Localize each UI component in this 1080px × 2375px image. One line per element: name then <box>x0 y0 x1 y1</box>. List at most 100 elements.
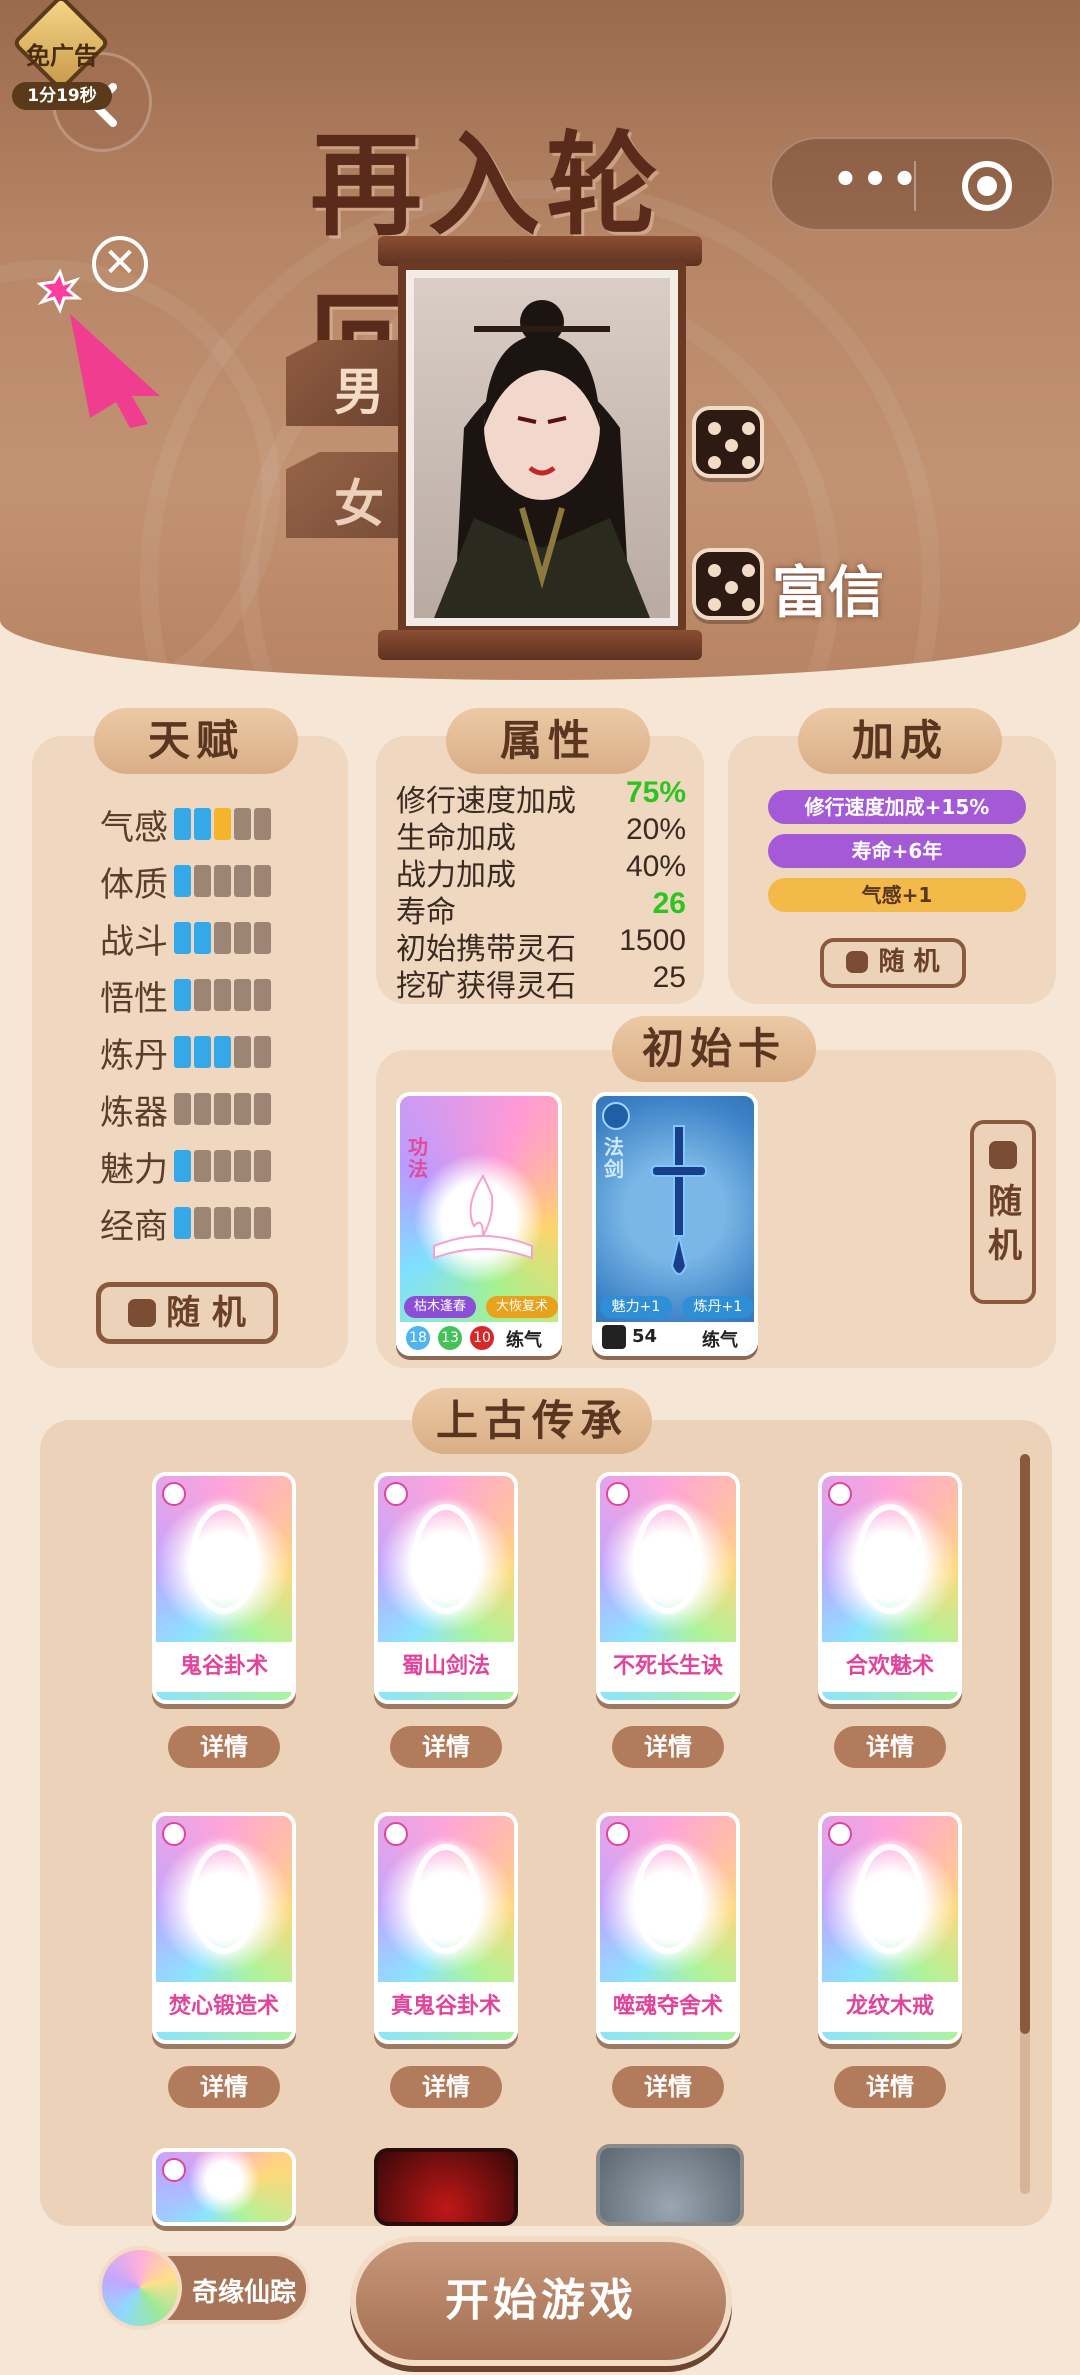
gender-female-tab[interactable]: 女 <box>286 452 398 538</box>
talent-pip <box>234 808 251 840</box>
qiyuan-button[interactable]: 奇缘仙踪 <box>98 2246 310 2330</box>
legacy-card[interactable]: 噬魂夺舍术 <box>596 1812 740 2044</box>
start-game-button[interactable]: 开始游戏 <box>350 2236 732 2366</box>
book-flame-icon <box>433 1173 533 1260</box>
talent-pip <box>174 979 191 1011</box>
talent-level-bar <box>174 865 271 897</box>
attribute-row: 生命加成 20% <box>396 813 686 856</box>
talent-pip <box>214 808 231 840</box>
talent-pip <box>174 1093 191 1125</box>
dice-icon <box>989 1141 1017 1169</box>
legacy-card-name: 不死长生诀 <box>600 1642 736 1692</box>
exit-miniprogram-icon[interactable] <box>962 161 1012 211</box>
legacy-card[interactable]: 龙纹木戒 <box>818 1812 962 2044</box>
legacy-detail-button[interactable]: 详情 <box>834 1726 946 1768</box>
portrait-random-dice-icon[interactable] <box>692 406 764 478</box>
legacy-card[interactable]: 蜀山剑法 <box>374 1472 518 1704</box>
talent-pip <box>174 922 191 954</box>
talent-pip <box>234 979 251 1011</box>
legacy-detail-button[interactable]: 详情 <box>168 1726 280 1768</box>
attribute-row: 初始携带灵石 1500 <box>396 924 686 967</box>
talent-pip <box>194 1036 211 1068</box>
legacy-emblem-icon <box>856 1504 924 1614</box>
talent-pip <box>214 979 231 1011</box>
talent-row: 气感 <box>60 800 330 850</box>
talent-pip <box>194 1207 211 1239</box>
legacy-card[interactable]: 合欢魅术 <box>818 1472 962 1704</box>
talent-pip <box>254 1093 271 1125</box>
legacy-emblem-icon <box>190 1844 258 1954</box>
talent-pip <box>174 1036 191 1068</box>
bonus-item: 修行速度加成+15% <box>768 790 1026 824</box>
legacy-card-locked-gray[interactable] <box>596 2144 744 2226</box>
bonus-random-button[interactable]: 随 机 <box>820 938 966 988</box>
talent-pip <box>194 1093 211 1125</box>
talent-name: 战斗 <box>100 922 168 962</box>
talent-pip <box>174 1150 191 1182</box>
talent-pip <box>234 1150 251 1182</box>
card-corner-icon <box>606 1482 630 1506</box>
dice-icon <box>128 1299 157 1327</box>
legacy-detail-button[interactable]: 详情 <box>390 1726 502 1768</box>
talent-pip <box>214 1093 231 1125</box>
character-portrait <box>414 278 670 618</box>
legacy-detail-button[interactable]: 详情 <box>612 2066 724 2108</box>
attributes-title: 属性 <box>446 708 650 774</box>
legacy-card[interactable]: 不死长生诀 <box>596 1472 740 1704</box>
talent-pip <box>214 1150 231 1182</box>
card-corner-icon <box>384 1482 408 1506</box>
legacy-card-name: 龙纹木戒 <box>822 1982 958 2032</box>
legacy-detail-button[interactable]: 详情 <box>834 2066 946 2108</box>
attribute-row: 挖矿获得灵石 25 <box>396 961 686 1004</box>
legacy-card[interactable]: 真鬼谷卦术 <box>374 1812 518 2044</box>
legacy-card[interactable]: 焚心锻造术 <box>152 1812 296 2044</box>
talent-level-bar <box>174 922 271 954</box>
scroll-bottom-rod <box>378 630 702 660</box>
card-stat: 13 <box>438 1326 462 1350</box>
legacy-scrollbar-thumb[interactable] <box>1020 1454 1030 2034</box>
talent-pip <box>214 865 231 897</box>
talent-title: 天赋 <box>94 708 298 774</box>
talent-row: 炼丹 <box>60 1028 330 1078</box>
ad-free-badge[interactable]: 免广告 1分19秒 <box>8 0 116 110</box>
talent-pip <box>174 808 191 840</box>
initial-card-sword[interactable]: 法剑 魅力+1 炼丹+1 54 练气 <box>592 1092 758 1356</box>
legacy-detail-button[interactable]: 详情 <box>390 2066 502 2108</box>
talent-level-bar <box>174 1207 271 1239</box>
qiyuan-label: 奇缘仙踪 <box>192 2278 297 2308</box>
attribute-value: 40% <box>625 850 686 883</box>
talent-pip <box>194 865 211 897</box>
card-power: 54 <box>632 1326 658 1347</box>
attribute-value: 1500 <box>619 924 686 957</box>
attribute-row: 修行速度加成 75% <box>396 776 686 819</box>
more-button[interactable]: ••• <box>832 157 922 207</box>
initial-card-random-button[interactable]: 随机 <box>970 1120 1036 1304</box>
legacy-detail-button[interactable]: 详情 <box>168 2066 280 2108</box>
initial-card-technique[interactable]: 功法 枯木逢春 大恢复术 18 13 10 练气 <box>396 1092 562 1356</box>
bonus-item: 气感+1 <box>768 878 1026 912</box>
bonus-item: 寿命+6年 <box>768 834 1026 868</box>
character-name[interactable]: 富信 <box>772 548 932 626</box>
legacy-card[interactable]: 鬼谷卦术 <box>152 1472 296 1704</box>
legacy-card-name: 焚心锻造术 <box>156 1982 292 2032</box>
talent-random-button[interactable]: 随 机 <box>96 1282 278 1344</box>
pointer-hint-icon <box>36 268 160 428</box>
talent-level-bar <box>174 1036 271 1068</box>
talent-pip <box>254 1036 271 1068</box>
talent-pip <box>254 808 271 840</box>
ad-free-label: 免广告 <box>26 42 98 70</box>
talent-pip <box>194 808 211 840</box>
legacy-detail-button[interactable]: 详情 <box>612 1726 724 1768</box>
bonus-title: 加成 <box>798 708 1002 774</box>
name-random-dice-icon[interactable] <box>692 548 764 620</box>
card-corner-icon <box>606 1822 630 1846</box>
card-corner-icon <box>384 1822 408 1846</box>
power-icon <box>602 1325 626 1349</box>
card-stat: 18 <box>406 1326 430 1350</box>
legacy-card-locked-red[interactable] <box>374 2148 518 2226</box>
legacy-card-name: 噬魂夺舍术 <box>600 1982 736 2032</box>
card-tag: 大恢复术 <box>486 1296 558 1318</box>
card-realm: 练气 <box>702 1330 738 1351</box>
legacy-card-partial[interactable] <box>152 2148 296 2226</box>
gender-male-tab[interactable]: 男 <box>286 340 398 426</box>
